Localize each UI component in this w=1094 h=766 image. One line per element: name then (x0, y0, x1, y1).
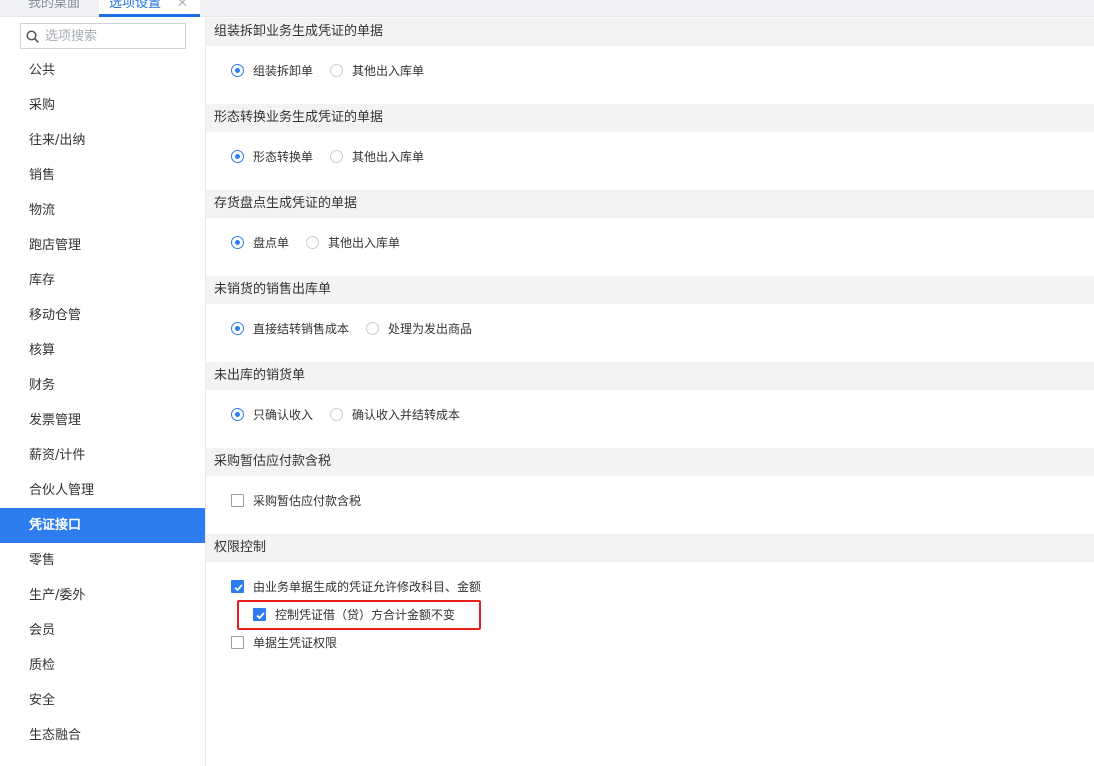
highlight-box (237, 600, 481, 630)
section-header: 存货盘点生成凭证的单据 (206, 190, 1094, 218)
tab-option-settings[interactable]: 选项设置 ✕ (99, 0, 200, 17)
sidebar-item-mobile-warehouse[interactable]: 移动仓管 (0, 298, 205, 333)
settings-panel: 组装拆卸业务生成凭证的单据 组装拆卸单 其他出入库单 形态转换业务生成凭证的单据… (206, 17, 1094, 766)
radio-label: 形态转换单 (253, 149, 314, 164)
radio-checked[interactable] (231, 407, 244, 421)
radio-label: 组装拆卸单 (253, 63, 314, 78)
radio-unchecked[interactable] (306, 235, 320, 249)
checkbox-label: 单据生凭证权限 (253, 635, 338, 650)
sidebar-item-production[interactable]: 生产/委外 (0, 578, 205, 613)
sidebar-item-finance[interactable]: 财务 (0, 368, 205, 403)
checkbox-label: 采购暂估应付款含税 (253, 493, 362, 508)
radio-label: 处理为发出商品 (388, 321, 473, 336)
radio-unchecked[interactable] (330, 407, 344, 421)
sidebar-item-public[interactable]: 公共 (0, 53, 205, 88)
section-header: 未销货的销售出库单 (206, 276, 1094, 304)
checkbox-unchecked[interactable] (231, 493, 244, 507)
radio-label: 直接结转销售成本 (253, 321, 350, 336)
radio-unchecked[interactable] (366, 321, 380, 335)
radio-label: 只确认收入 (253, 407, 314, 422)
radio-label: 盘点单 (253, 235, 290, 250)
radio-label: 其他出入库单 (352, 63, 425, 78)
checkbox-row: 采购暂估应付款含税 (231, 490, 361, 510)
checkmark-icon (234, 583, 243, 591)
checkbox-option[interactable]: 采购暂估应付款含税 (231, 492, 361, 509)
radio-group: 只确认收入 确认收入并结转成本 (231, 404, 477, 424)
sidebar-nav: 公共 采购 往来/出纳 销售 物流 跑店管理 库存 移动仓管 核算 财务 发票管… (0, 53, 205, 753)
radio-label: 其他出入库单 (328, 235, 401, 250)
radio-option[interactable]: 处理为发出商品 (366, 320, 472, 337)
checkbox-row: 单据生凭证权限 (231, 632, 337, 652)
checkbox-label: 由业务单据生成的凭证允许修改科目、金额 (253, 579, 482, 594)
radio-group: 直接结转销售成本 处理为发出商品 (231, 318, 489, 338)
section-header: 形态转换业务生成凭证的单据 (206, 104, 1094, 132)
radio-unchecked[interactable] (330, 149, 344, 163)
radio-checked[interactable] (231, 63, 244, 77)
sidebar-item-accounts-cashier[interactable]: 往来/出纳 (0, 123, 205, 158)
radio-option[interactable]: 其他出入库单 (330, 62, 424, 79)
radio-option[interactable]: 形态转换单 (231, 148, 313, 165)
sidebar-item-ecosystem[interactable]: 生态融合 (0, 718, 205, 753)
radio-option[interactable]: 其他出入库单 (306, 234, 400, 251)
checkbox-row: 由业务单据生成的凭证允许修改科目、金额 (231, 576, 481, 596)
sidebar-item-payroll[interactable]: 薪资/计件 (0, 438, 205, 473)
section-header: 未出库的销货单 (206, 362, 1094, 390)
sidebar-item-partner[interactable]: 合伙人管理 (0, 473, 205, 508)
tab-my-desktop[interactable]: 我的桌面 (18, 0, 90, 17)
radio-label: 其他出入库单 (352, 149, 425, 164)
sidebar-item-purchase[interactable]: 采购 (0, 88, 205, 123)
tab-label: 选项设置 (109, 0, 162, 11)
checkbox-checked[interactable] (231, 579, 244, 593)
checkbox-unchecked[interactable] (231, 635, 244, 649)
checkbox-option[interactable]: 由业务单据生成的凭证允许修改科目、金额 (231, 578, 481, 595)
radio-option[interactable]: 其他出入库单 (330, 148, 424, 165)
radio-option[interactable]: 直接结转销售成本 (231, 320, 349, 337)
radio-label: 确认收入并结转成本 (352, 407, 461, 422)
radio-option[interactable]: 只确认收入 (231, 406, 313, 423)
tab-bar: 我的桌面 选项设置 ✕ (0, 0, 1094, 17)
radio-checked[interactable] (231, 321, 244, 335)
sidebar-item-logistics[interactable]: 物流 (0, 193, 205, 228)
radio-checked[interactable] (231, 149, 244, 163)
radio-group: 形态转换单 其他出入库单 (231, 146, 441, 166)
sidebar-item-security[interactable]: 安全 (0, 683, 205, 718)
sidebar-item-voucher-interface[interactable]: 凭证接口 (0, 508, 205, 543)
search-input[interactable] (45, 27, 183, 45)
search-box[interactable] (20, 23, 186, 49)
radio-option[interactable]: 盘点单 (231, 234, 289, 251)
section-header: 权限控制 (206, 534, 1094, 562)
radio-checked[interactable] (231, 235, 244, 249)
section-header: 采购暂估应付款含税 (206, 448, 1094, 476)
sidebar-item-invoice[interactable]: 发票管理 (0, 403, 205, 438)
section-header: 组装拆卸业务生成凭证的单据 (206, 18, 1094, 46)
search-icon (26, 30, 39, 43)
radio-option[interactable]: 组装拆卸单 (231, 62, 313, 79)
sidebar-item-quality[interactable]: 质检 (0, 648, 205, 683)
sidebar-item-costing[interactable]: 核算 (0, 333, 205, 368)
sidebar-item-member[interactable]: 会员 (0, 613, 205, 648)
checkbox-option[interactable]: 单据生凭证权限 (231, 634, 337, 651)
sidebar: 公共 采购 往来/出纳 销售 物流 跑店管理 库存 移动仓管 核算 财务 发票管… (0, 17, 206, 766)
close-icon[interactable]: ✕ (177, 0, 188, 14)
sidebar-item-retail[interactable]: 零售 (0, 543, 205, 578)
radio-unchecked[interactable] (330, 63, 344, 77)
sidebar-item-sales[interactable]: 销售 (0, 158, 205, 193)
radio-group: 组装拆卸单 其他出入库单 (231, 60, 441, 80)
sidebar-item-store-visits[interactable]: 跑店管理 (0, 228, 205, 263)
sidebar-item-inventory[interactable]: 库存 (0, 263, 205, 298)
radio-option[interactable]: 确认收入并结转成本 (330, 406, 460, 423)
radio-group: 盘点单 其他出入库单 (231, 232, 417, 252)
